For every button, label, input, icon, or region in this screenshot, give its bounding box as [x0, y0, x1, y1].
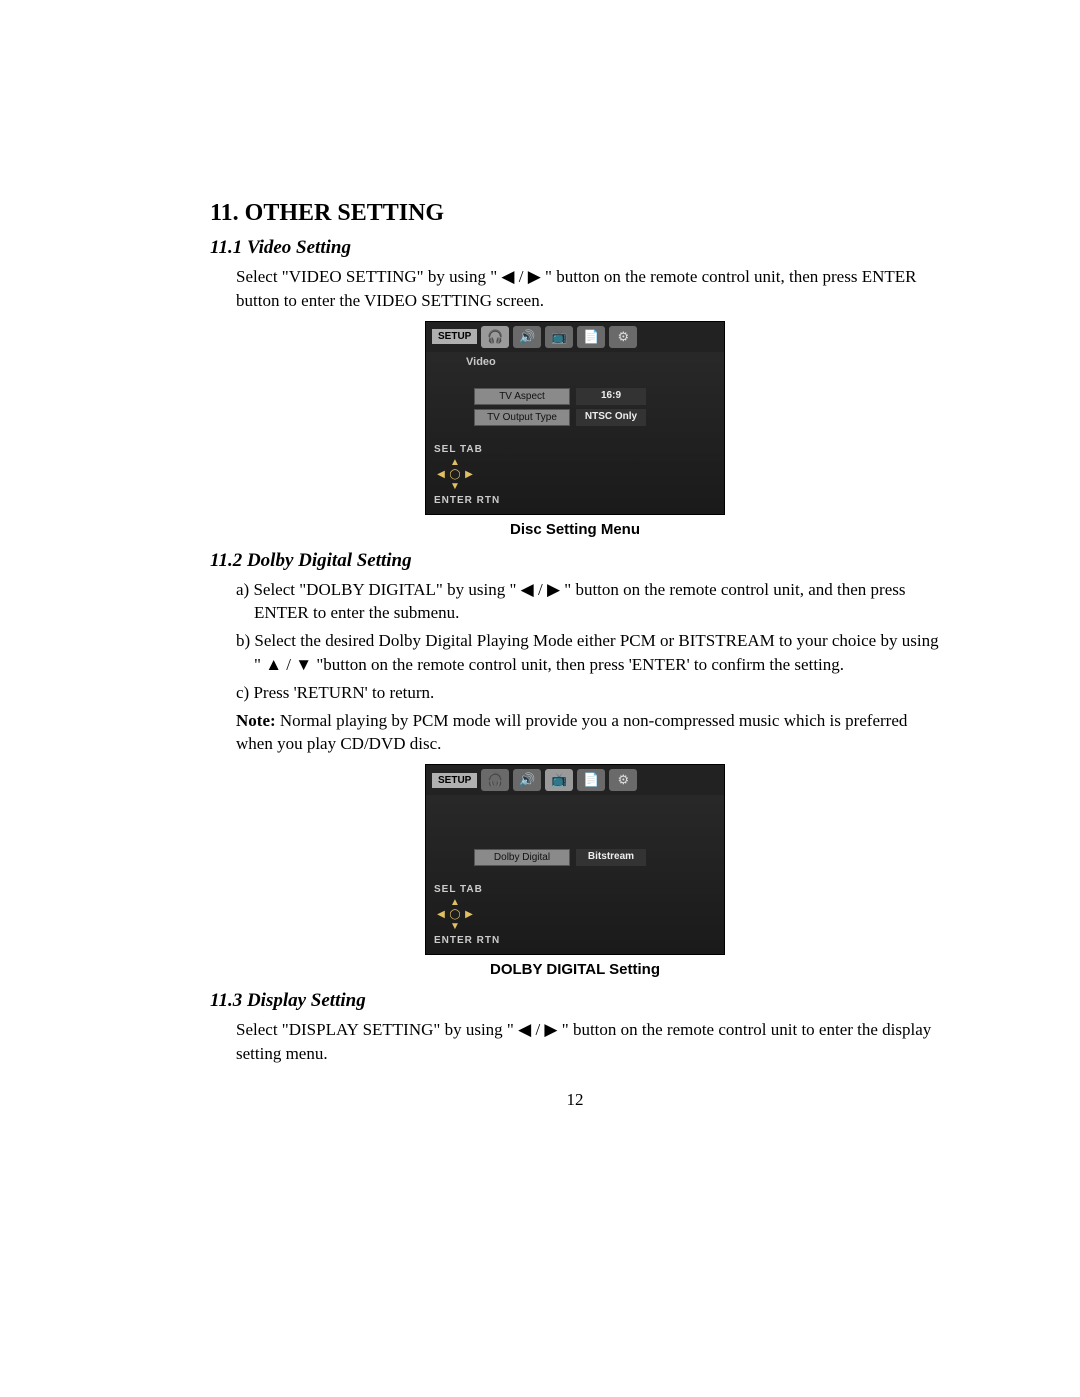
osd-enter-rtn-label: ENTER RTN — [434, 495, 716, 506]
text-fragment: Normal playing by PCM mode will provide … — [236, 711, 907, 754]
osd-header: SETUP 🎧 🔊 📺 📄 ⚙ — [426, 765, 724, 795]
osd-field-value: 16:9 — [576, 388, 646, 405]
osd-body: TV Aspect 16:9 TV Output Type NTSC Only — [426, 370, 724, 440]
osd-header: SETUP 🎧 🔊 📺 📄 ⚙ — [426, 322, 724, 352]
osd-footer: SEL TAB ▲ ◀◯▶ ▼ ENTER RTN — [426, 440, 724, 508]
text-fragment: "button on the remote control unit, then… — [312, 655, 844, 674]
osd-tab-icon: 📄 — [577, 326, 605, 348]
osd-nav-arrows-icon: ▲ ◀◯▶ ▼ — [434, 457, 476, 493]
manual-page: 11. OTHER SETTING 11.1 Video Setting Sel… — [0, 0, 1080, 1170]
text-fragment: a) Select "DOLBY DIGITAL" by using " — [236, 580, 521, 599]
osd-tab-icon: 📄 — [577, 769, 605, 791]
left-right-arrow-icon: ◀ / ▶ — [518, 1020, 557, 1039]
osd-tab-icon: 🎧 — [481, 326, 509, 348]
osd-field-label: TV Aspect — [474, 388, 570, 405]
list-item: c) Press 'RETURN' to return. — [236, 681, 940, 705]
figure-video-setting: SETUP 🎧 🔊 📺 📄 ⚙ Video TV Aspect 16:9 TV … — [210, 321, 940, 515]
osd-tab-icon: ⚙ — [609, 326, 637, 348]
osd-tab-icon: 🎧 — [481, 769, 509, 791]
osd-screen-video: SETUP 🎧 🔊 📺 📄 ⚙ Video TV Aspect 16:9 TV … — [425, 321, 725, 515]
list-item: a) Select "DOLBY DIGITAL" by using " ◀ /… — [236, 578, 940, 626]
up-down-arrow-icon: ▲ / ▼ — [265, 655, 312, 674]
text-fragment: Select "DISPLAY SETTING" by using " — [236, 1020, 518, 1039]
osd-row: Dolby Digital Bitstream — [474, 849, 710, 866]
list-item: b) Select the desired Dolby Digital Play… — [236, 629, 940, 677]
subsection-heading-dolby: 11.2 Dolby Digital Setting — [210, 550, 940, 572]
paragraph: Select "DISPLAY SETTING" by using " ◀ / … — [236, 1018, 940, 1066]
figure-caption: DOLBY DIGITAL Setting — [210, 961, 940, 978]
osd-field-label: TV Output Type — [474, 409, 570, 426]
osd-footer: SEL TAB ▲ ◀◯▶ ▼ ENTER RTN — [426, 880, 724, 948]
left-right-arrow-icon: ◀ / ▶ — [521, 580, 560, 599]
osd-setup-label: SETUP — [432, 773, 477, 788]
figure-dolby-setting: SETUP 🎧 🔊 📺 📄 ⚙ Dolby Digital Bitstream … — [210, 764, 940, 955]
subsection-heading-video: 11.1 Video Setting — [210, 237, 940, 259]
osd-field-value: NTSC Only — [576, 409, 646, 426]
osd-section-label: Video — [426, 352, 724, 370]
osd-sel-tab-label: SEL TAB — [434, 444, 716, 455]
osd-field-value: Bitstream — [576, 849, 646, 866]
osd-row: TV Output Type NTSC Only — [474, 409, 710, 426]
left-right-arrow-icon: ◀ / ▶ — [501, 267, 540, 286]
osd-tab-icon: ⚙ — [609, 769, 637, 791]
osd-enter-rtn-label: ENTER RTN — [434, 935, 716, 946]
subsection-heading-display: 11.3 Display Setting — [210, 990, 940, 1012]
paragraph: Select "VIDEO SETTING" by using " ◀ / ▶ … — [236, 265, 940, 313]
osd-body: Dolby Digital Bitstream — [426, 801, 724, 880]
figure-caption: Disc Setting Menu — [210, 521, 940, 538]
osd-row: TV Aspect 16:9 — [474, 388, 710, 405]
note-paragraph: Note: Normal playing by PCM mode will pr… — [236, 709, 940, 757]
osd-setup-label: SETUP — [432, 329, 477, 344]
osd-nav-arrows-icon: ▲ ◀◯▶ ▼ — [434, 897, 476, 933]
osd-field-label: Dolby Digital — [474, 849, 570, 866]
osd-tab-icon: 📺 — [545, 326, 573, 348]
osd-screen-dolby: SETUP 🎧 🔊 📺 📄 ⚙ Dolby Digital Bitstream … — [425, 764, 725, 955]
text-fragment: Select "VIDEO SETTING" by using " — [236, 267, 501, 286]
note-label: Note: — [236, 711, 276, 730]
osd-tab-icon: 🔊 — [513, 769, 541, 791]
osd-tab-icon: 🔊 — [513, 326, 541, 348]
section-heading: 11. OTHER SETTING — [210, 200, 940, 227]
osd-sel-tab-label: SEL TAB — [434, 884, 716, 895]
osd-tab-icon: 📺 — [545, 769, 573, 791]
page-number: 12 — [210, 1090, 940, 1110]
